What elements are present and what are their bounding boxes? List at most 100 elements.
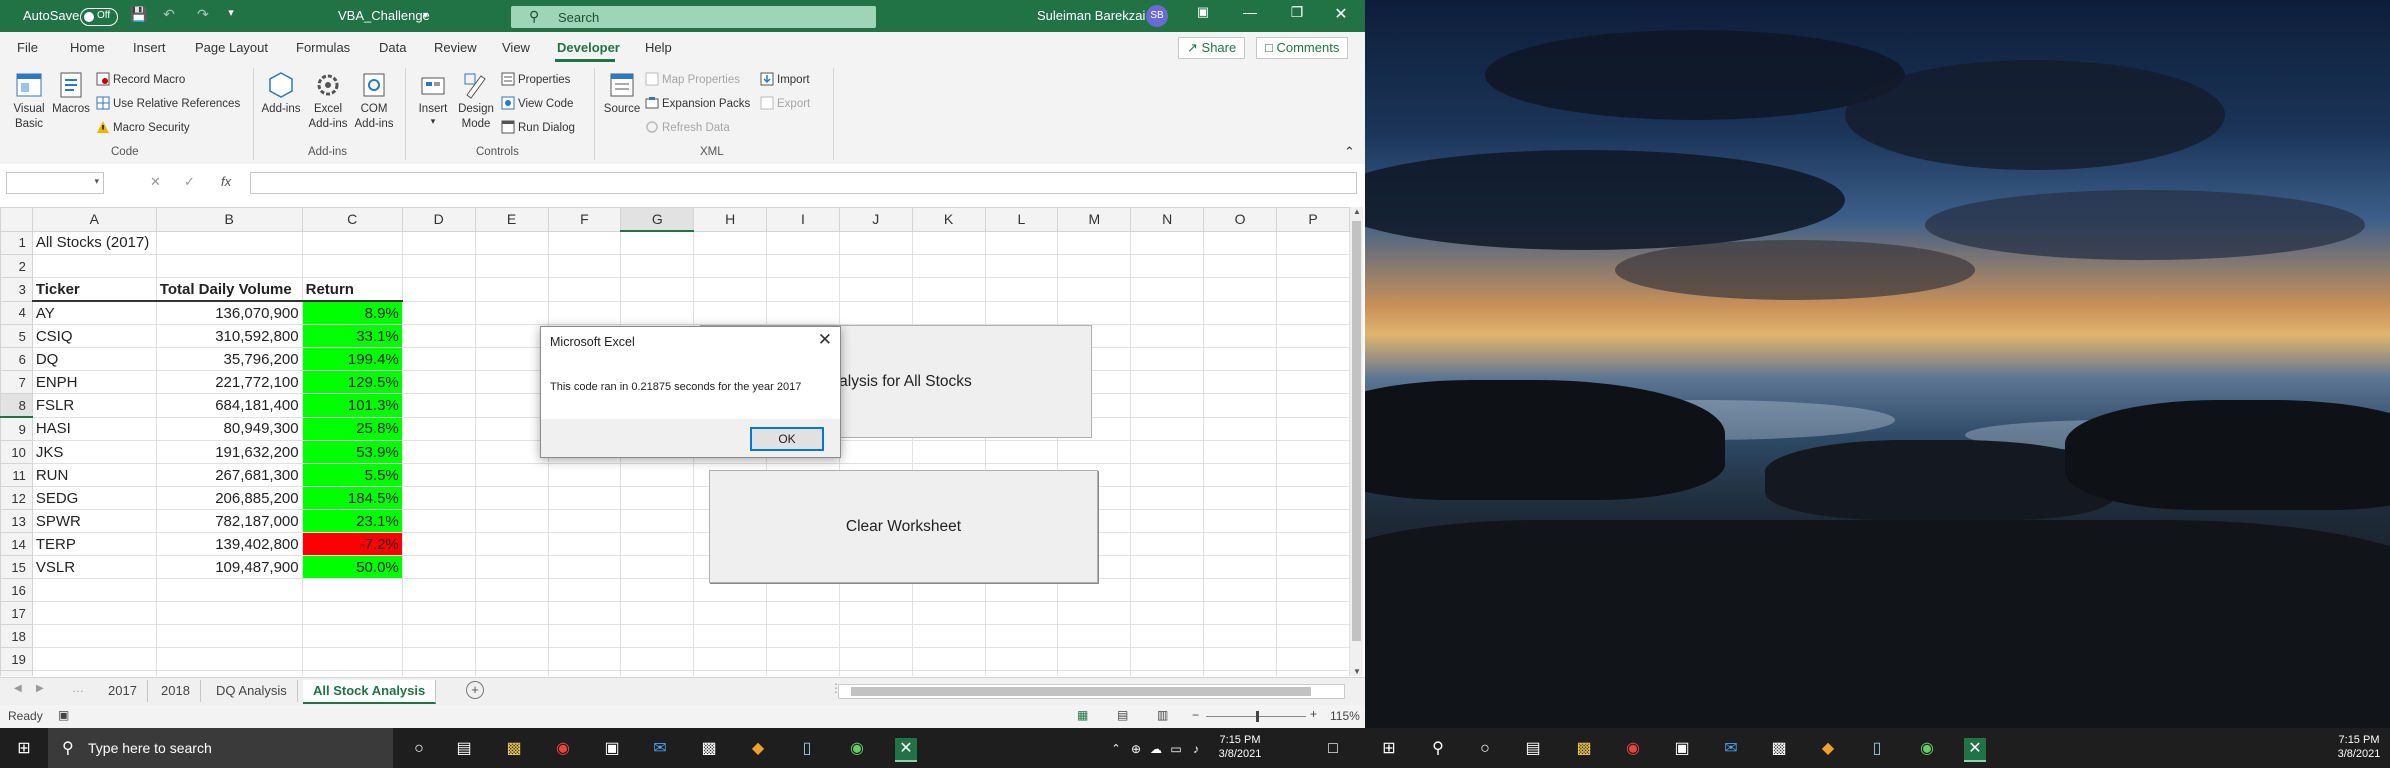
- cell[interactable]: [474, 670, 549, 676]
- sheet-title-cell[interactable]: All Stocks (2017): [31, 230, 157, 255]
- app-icon[interactable]: ▯: [1866, 738, 1888, 760]
- cell[interactable]: [693, 647, 768, 671]
- cell[interactable]: [1130, 230, 1205, 255]
- file-explorer-icon[interactable]: ▩: [503, 738, 525, 760]
- cell[interactable]: [984, 670, 1059, 676]
- cell[interactable]: [911, 440, 986, 464]
- taskbar-search[interactable]: ⚲ Type here to search: [48, 728, 393, 768]
- tab-developer[interactable]: Developer: [557, 40, 620, 55]
- redo-icon[interactable]: ↷: [194, 6, 212, 24]
- cell[interactable]: [401, 532, 476, 556]
- cell[interactable]: [693, 254, 768, 278]
- formula-input[interactable]: [250, 172, 1357, 194]
- cell[interactable]: [401, 670, 476, 676]
- column-header[interactable]: H: [693, 207, 768, 232]
- volume-cell[interactable]: 267,681,300: [155, 463, 303, 487]
- task-view-icon[interactable]: ▤: [1522, 738, 1544, 760]
- minimize-icon[interactable]: —: [1235, 4, 1265, 28]
- column-header[interactable]: D: [401, 207, 476, 232]
- column-header[interactable]: F: [547, 207, 622, 232]
- mail-icon[interactable]: ✉: [649, 738, 671, 760]
- import-button[interactable]: Import: [760, 72, 810, 86]
- cell[interactable]: [155, 624, 303, 648]
- file-name[interactable]: VBA_Challenge: [338, 8, 430, 23]
- cell[interactable]: [547, 254, 622, 278]
- export-button[interactable]: Export: [760, 96, 810, 110]
- cell[interactable]: [911, 624, 986, 648]
- cell[interactable]: [155, 578, 303, 602]
- row-header[interactable]: 9: [0, 416, 33, 441]
- cell[interactable]: [766, 670, 840, 676]
- header-cell-return[interactable]: Return: [301, 277, 403, 302]
- zoom-out-icon[interactable]: −: [1192, 708, 1199, 722]
- cortana-icon[interactable]: ○: [408, 738, 430, 760]
- volume-cell[interactable]: 221,772,100: [155, 370, 303, 394]
- cell[interactable]: [838, 254, 913, 278]
- cell[interactable]: [911, 300, 986, 325]
- windows-start-icon[interactable]: ⊞: [13, 738, 35, 760]
- cell[interactable]: [31, 578, 157, 602]
- cell[interactable]: [401, 509, 476, 533]
- cell[interactable]: [474, 300, 549, 325]
- cell[interactable]: [1130, 670, 1205, 676]
- cell[interactable]: [301, 578, 403, 602]
- cell[interactable]: [474, 601, 549, 625]
- cell[interactable]: [474, 393, 549, 418]
- cell[interactable]: [401, 440, 476, 464]
- column-header[interactable]: N: [1130, 207, 1205, 232]
- tab-file[interactable]: File: [17, 40, 38, 55]
- cell[interactable]: [1276, 555, 1350, 579]
- add-sheet-icon[interactable]: +: [466, 681, 484, 699]
- cell[interactable]: [401, 393, 476, 418]
- ticker-cell[interactable]: VSLR: [31, 555, 157, 579]
- cell[interactable]: [401, 230, 476, 255]
- cell[interactable]: [1057, 601, 1132, 625]
- cell[interactable]: [401, 324, 476, 348]
- cell[interactable]: [547, 300, 622, 325]
- cell[interactable]: [401, 370, 476, 394]
- cell[interactable]: [1276, 624, 1350, 648]
- cell[interactable]: [474, 647, 549, 671]
- tab-review[interactable]: Review: [434, 40, 477, 55]
- cell[interactable]: [155, 647, 303, 671]
- search-box[interactable]: ⚲ Search: [511, 6, 876, 28]
- cell[interactable]: [474, 277, 549, 302]
- tab-page-layout[interactable]: Page Layout: [195, 40, 268, 55]
- cell[interactable]: [1276, 486, 1350, 510]
- expansion-packs-button[interactable]: Expansion Packs: [645, 96, 750, 110]
- prev-sheet-icon[interactable]: ◀: [14, 683, 22, 694]
- zoom-level[interactable]: 115%: [1330, 709, 1360, 723]
- horizontal-scroll-thumb[interactable]: [851, 687, 1311, 696]
- cell[interactable]: [474, 324, 549, 348]
- com-add-ins-button[interactable]: COM Add-ins: [351, 70, 397, 132]
- tab-insert[interactable]: Insert: [133, 40, 166, 55]
- volume-cell[interactable]: 35,796,200: [155, 347, 303, 371]
- cell[interactable]: [838, 624, 913, 648]
- column-header[interactable]: O: [1203, 207, 1278, 232]
- volume-cell[interactable]: 191,632,200: [155, 440, 303, 464]
- cell[interactable]: [474, 230, 549, 255]
- refresh-data-button[interactable]: Refresh Data: [645, 120, 730, 134]
- cell[interactable]: [401, 555, 476, 579]
- cell[interactable]: [1203, 370, 1278, 394]
- cell[interactable]: [1057, 300, 1132, 325]
- cell[interactable]: [401, 300, 476, 325]
- sheet-tab-2018[interactable]: 2018: [151, 680, 201, 702]
- record-macro-button[interactable]: Record Macro: [96, 72, 185, 86]
- cell[interactable]: [838, 601, 913, 625]
- cell[interactable]: [1130, 324, 1205, 348]
- cell[interactable]: [1276, 370, 1350, 394]
- cell[interactable]: [1130, 416, 1205, 441]
- chrome-icon[interactable]: ◉: [552, 738, 574, 760]
- volume-cell[interactable]: 206,885,200: [155, 486, 303, 510]
- tab-view[interactable]: View: [502, 40, 530, 55]
- cell[interactable]: [31, 624, 157, 648]
- insert-control-button[interactable]: Insert ▾: [412, 70, 454, 126]
- system-clock[interactable]: 7:15 PM 3/8/2021: [1210, 733, 1270, 761]
- row-header[interactable]: 8: [0, 393, 33, 418]
- cell[interactable]: [474, 532, 549, 556]
- cell[interactable]: [547, 509, 622, 533]
- cell[interactable]: [620, 254, 695, 278]
- return-cell[interactable]: 50.0%: [301, 555, 403, 579]
- macros-button[interactable]: Macros: [50, 70, 92, 117]
